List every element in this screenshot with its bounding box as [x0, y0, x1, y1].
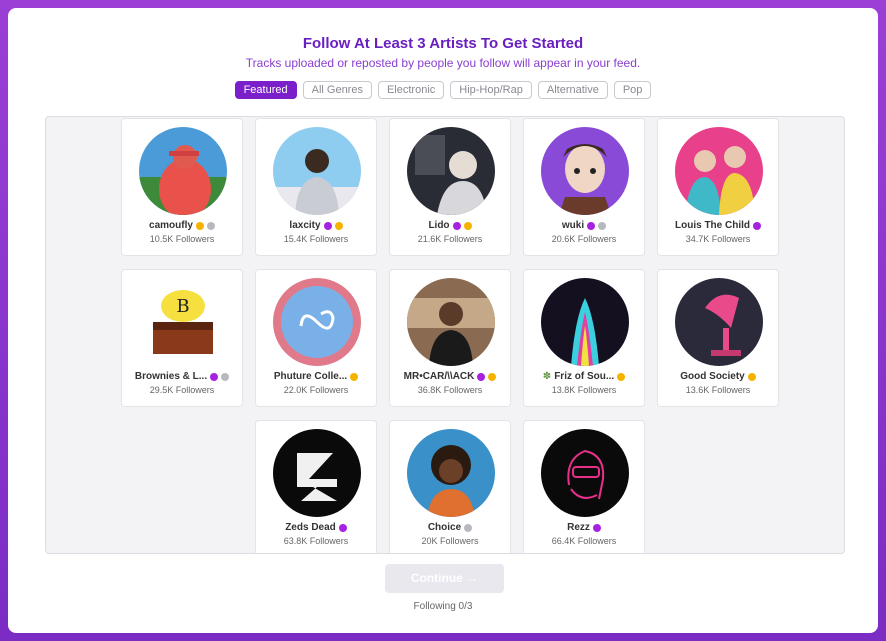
artist-name: laxcity [289, 220, 321, 231]
artist-avatar [407, 429, 495, 517]
artist-avatar [273, 429, 361, 517]
follower-count: 66.4K Followers [551, 536, 617, 546]
tier-badge-icon [598, 221, 607, 230]
tab-hip-hop-rap[interactable]: Hip-Hop/Rap [450, 81, 532, 99]
tier-badge-icon [350, 372, 359, 381]
artist-card-good-society[interactable]: Good Society 13.6K Followers [657, 269, 779, 407]
artist-card-wuki[interactable]: wuki 20.6K Followers [523, 118, 645, 256]
tab-pop[interactable]: Pop [613, 81, 652, 99]
artist-name: Phuture Colle... [273, 371, 348, 382]
follower-count: 22.0K Followers [283, 385, 349, 395]
verified-icon [592, 523, 601, 532]
artist-avatar [407, 278, 495, 366]
verified-icon [477, 372, 486, 381]
tier-badge-icon [464, 523, 473, 532]
genre-tabs: Featured All Genres Electronic Hip-Hop/R… [8, 81, 878, 99]
verified-icon [587, 221, 596, 230]
follower-count: 13.6K Followers [685, 385, 751, 395]
leaf-icon: ✽ [542, 371, 552, 382]
follower-count: 34.7K Followers [685, 234, 751, 244]
artist-name: Louis The Child [675, 220, 750, 231]
artist-avatar [541, 429, 629, 517]
artist-name: Choice [427, 522, 462, 533]
follower-count: 29.5K Followers [149, 385, 215, 395]
follower-count: 63.8K Followers [283, 536, 349, 546]
artist-card-lido[interactable]: Lido 21.6K Followers [389, 118, 511, 256]
tab-featured[interactable]: Featured [234, 81, 297, 99]
follower-count: 36.8K Followers [417, 385, 483, 395]
artist-avatar [139, 127, 227, 215]
onboarding-panel: Follow At Least 3 Artists To Get Started… [8, 8, 878, 633]
verified-icon [753, 221, 761, 230]
artist-avatar [675, 278, 763, 366]
artist-avatar [273, 127, 361, 215]
svg-text:B: B [176, 296, 189, 317]
artist-name: Brownies & L... [134, 371, 208, 382]
artist-name: camoufly [149, 220, 193, 231]
follower-count: 20K Followers [421, 536, 479, 546]
follower-count: 10.5K Followers [149, 234, 215, 244]
artist-avatar [541, 278, 629, 366]
verified-icon [323, 221, 332, 230]
artist-name: Good Society [680, 371, 745, 382]
tier-badge-icon [221, 372, 230, 381]
artist-avatar [675, 127, 763, 215]
tab-all-genres[interactable]: All Genres [302, 81, 372, 99]
artist-name: Friz of Sou... [554, 371, 615, 382]
tab-electronic[interactable]: Electronic [377, 81, 445, 99]
tier-badge-icon [463, 221, 472, 230]
artist-card-brownies-and-lemonade[interactable]: B Brownies & L... 29.5K Followers [121, 269, 243, 407]
tier-badge-icon [206, 221, 215, 230]
artist-name: wuki [561, 220, 585, 231]
tier-badge-icon [617, 372, 626, 381]
artist-card-laxcity[interactable]: laxcity 15.4K Followers [255, 118, 377, 256]
verified-icon [452, 221, 461, 230]
follower-count: 15.4K Followers [283, 234, 349, 244]
artist-card-rezz[interactable]: Rezz 66.4K Followers [523, 420, 645, 553]
artist-card-mr-carmack[interactable]: MR•CAR/\\ACK 36.8K Followers [389, 269, 511, 407]
artist-avatar [407, 127, 495, 215]
artist-card-friz-of-sound[interactable]: ✽ Friz of Sou... 13.8K Followers [523, 269, 645, 407]
following-status: Following 0/3 [413, 601, 473, 612]
tier-badge-icon [488, 372, 497, 381]
tier-badge-icon [334, 221, 343, 230]
follower-count: 21.6K Followers [417, 234, 483, 244]
page-subtitle: Tracks uploaded or reposted by people yo… [245, 56, 641, 70]
continue-button[interactable]: Continue → [385, 564, 504, 593]
tab-alternative[interactable]: Alternative [537, 81, 608, 99]
verified-icon [338, 523, 347, 532]
artist-avatar: B [139, 278, 227, 366]
artist-grid: camoufly 10.5K Followers laxcity 15.4K F… [45, 116, 845, 554]
tier-badge-icon [747, 372, 756, 381]
artist-avatar [273, 278, 361, 366]
tier-badge-icon [195, 221, 204, 230]
follower-count: 20.6K Followers [551, 234, 617, 244]
verified-icon [210, 372, 219, 381]
follower-count: 13.8K Followers [551, 385, 617, 395]
page-title: Follow At Least 3 Artists To Get Started [302, 35, 584, 52]
artist-card-zeds-dead[interactable]: Zeds Dead 63.8K Followers [255, 420, 377, 553]
artist-name: MR•CAR/\\ACK [403, 371, 475, 382]
artist-card-phuture-collective[interactable]: Phuture Colle... 22.0K Followers [255, 269, 377, 407]
artist-name: Zeds Dead [285, 522, 336, 533]
artist-card-choice[interactable]: Choice 20K Followers [389, 420, 511, 553]
artist-avatar [541, 127, 629, 215]
artist-name: Lido [428, 220, 450, 231]
artist-name: Rezz [567, 522, 590, 533]
artist-card-louis-the-child[interactable]: Louis The Child 34.7K Followers [657, 118, 779, 256]
artist-card-camoufly[interactable]: camoufly 10.5K Followers [121, 118, 243, 256]
